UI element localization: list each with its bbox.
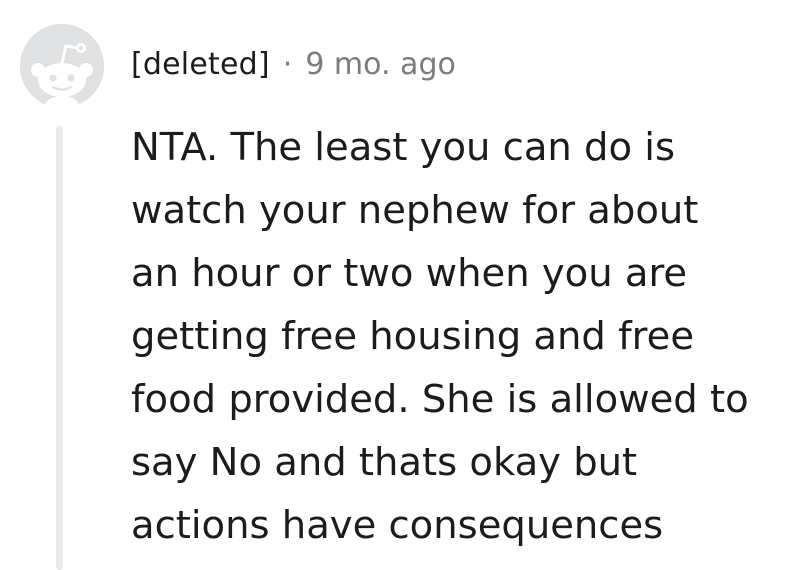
avatar[interactable] (20, 24, 104, 108)
comment: [deleted] · 9 mo. ago NTA. The least you… (0, 0, 801, 570)
comment-author[interactable]: [deleted] (131, 47, 270, 82)
meta-separator: · (282, 46, 293, 82)
comment-timestamp[interactable]: 9 mo. ago (305, 47, 456, 82)
comment-body: NTA. The least you can do is watch your … (131, 125, 749, 548)
comment-meta: [deleted] · 9 mo. ago (131, 44, 456, 84)
thread-collapse-line[interactable] (56, 126, 63, 570)
reddit-snoo-icon (20, 24, 104, 108)
